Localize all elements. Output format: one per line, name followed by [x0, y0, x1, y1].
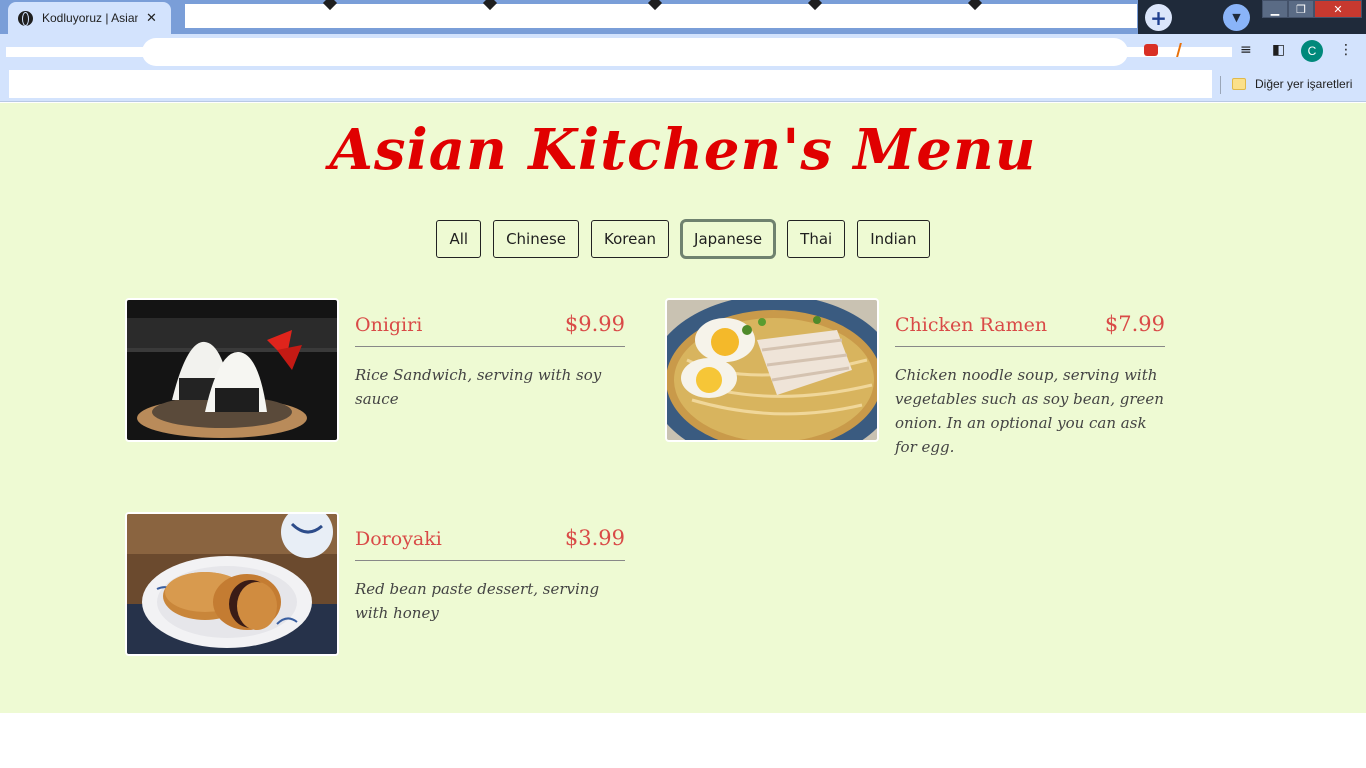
address-bar[interactable] [142, 38, 1128, 66]
menu-item-info: Onigiri $9.99 Rice Sandwich, serving wit… [355, 312, 625, 411]
category-filter-bar: All Chinese Korean Japanese Thai Indian [0, 219, 1366, 259]
filter-all-button[interactable]: All [436, 220, 482, 258]
item-name: Chicken Ramen [895, 314, 1048, 336]
item-price: $3.99 [564, 526, 625, 550]
menu-item-info: Doroyaki $3.99 Red bean paste dessert, s… [355, 526, 625, 625]
dorayaki-photo [125, 512, 339, 656]
filter-thai-button[interactable]: Thai [787, 220, 846, 258]
folder-icon [1232, 78, 1246, 90]
filter-korean-button[interactable]: Korean [591, 220, 670, 258]
menu-item: Onigiri $9.99 Rice Sandwich, serving wit… [125, 298, 625, 444]
menu-item: Doroyaki $3.99 Red bean paste dessert, s… [125, 512, 625, 658]
ramen-photo [665, 298, 879, 442]
item-description: Chicken noodle soup, serving with vegeta… [895, 366, 1164, 456]
window-close-button[interactable]: ✕ [1314, 0, 1362, 18]
tab-active[interactable]: Kodluyoruz | Asian Kitchen ✕ [8, 2, 171, 34]
profile-avatar[interactable]: C [1301, 40, 1323, 62]
window-minimize-button[interactable]: ▁ [1262, 0, 1288, 18]
menu-item-header: Onigiri $9.99 [355, 312, 625, 347]
other-bookmarks-link[interactable]: Diğer yer işaretleri [1255, 77, 1352, 91]
item-name: Onigiri [355, 314, 423, 336]
item-description: Rice Sandwich, serving with soy sauce [355, 366, 602, 408]
filter-indian-button[interactable]: Indian [857, 220, 930, 258]
bookmarks-bar: Diğer yer işaretleri [0, 70, 1366, 102]
menu-item-header: Chicken Ramen $7.99 [895, 312, 1165, 347]
menu-kebab-icon[interactable]: ⋮ [1339, 42, 1353, 58]
tab-close-icon[interactable]: ✕ [146, 11, 157, 26]
filter-chinese-button[interactable]: Chinese [493, 220, 580, 258]
page-title: Asian Kitchen's Menu [329, 117, 1037, 183]
bookmarks-area [9, 70, 1212, 98]
new-tab-button[interactable]: + [1145, 4, 1172, 31]
item-price: $9.99 [564, 312, 625, 336]
item-name: Doroyaki [355, 528, 442, 550]
tab-bar-other [185, 0, 1137, 28]
window-maximize-button[interactable]: ❐ [1288, 0, 1314, 18]
menu-item: Chicken Ramen $7.99 Chicken noodle soup,… [665, 298, 1165, 456]
tab-title: Kodluyoruz | Asian Kitchen [42, 11, 138, 25]
menu-item-header: Doroyaki $3.99 [355, 526, 625, 561]
filter-japanese-button[interactable]: Japanese [680, 219, 777, 259]
item-description: Red bean paste dessert, serving with hon… [355, 580, 600, 622]
tab-strip: Kodluyoruz | Asian Kitchen ✕ + ▼ ▁ ❐ ✕ [0, 0, 1366, 34]
reading-list-icon[interactable]: ≡ [1240, 42, 1252, 58]
globe-icon [18, 10, 33, 26]
onigiri-photo [125, 298, 339, 442]
tab-search-icon[interactable]: ▼ [1223, 4, 1250, 31]
item-price: $7.99 [1104, 312, 1165, 336]
side-panel-icon[interactable]: ◧ [1272, 42, 1285, 58]
menu-item-info: Chicken Ramen $7.99 Chicken noodle soup,… [895, 312, 1165, 459]
menu-page: Asian Kitchen's Menu All Chinese Korean Jap… [0, 103, 1366, 713]
browser-toolbar: ≡ ◧ C ⋮ [0, 34, 1366, 70]
bookmarks-separator [1220, 76, 1221, 94]
extension-shield-icon[interactable] [1144, 44, 1158, 56]
